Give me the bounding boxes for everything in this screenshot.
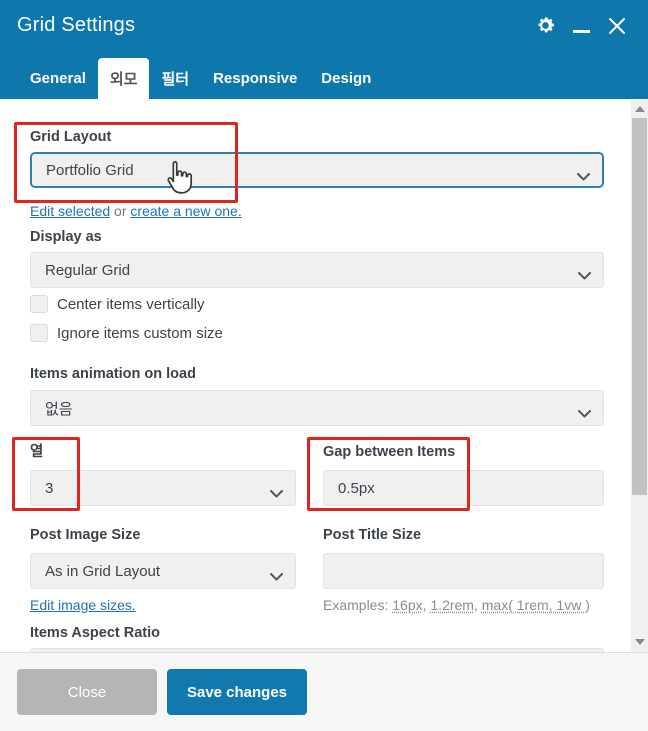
dialog-title: Grid Settings (17, 14, 135, 37)
tab-appearance[interactable]: 외모 (98, 58, 150, 99)
close-icon[interactable] (606, 15, 628, 37)
links-separator: or (110, 203, 130, 219)
columns-label: 열 (30, 443, 296, 462)
tab-filter[interactable]: 필터 (149, 58, 201, 99)
chevron-down-icon (578, 405, 591, 422)
chevron-down-icon (578, 267, 591, 284)
center-items-checkbox-row[interactable]: Center items vertically (30, 295, 604, 313)
tab-design[interactable]: Design (309, 58, 383, 99)
chevron-down-icon (270, 485, 283, 502)
minimize-icon[interactable] (570, 15, 592, 37)
settings-panel: Grid Layout Portfolio Grid Edit selected… (0, 99, 648, 652)
grid-layout-label: Grid Layout (30, 128, 604, 147)
post-title-size-hint: Examples: 16px, 1.2rem, max( 1rem, 1vw ) (323, 596, 604, 615)
tab-general[interactable]: General (18, 58, 98, 99)
grid-layout-value: Portfolio Grid (46, 162, 134, 179)
post-image-size-value: As in Grid Layout (45, 563, 160, 580)
display-as-value: Regular Grid (45, 262, 130, 279)
gap-field: Gap between Items (323, 443, 604, 506)
columns-select[interactable]: 3 (30, 470, 296, 506)
post-image-size-select[interactable]: As in Grid Layout (30, 553, 296, 589)
center-items-label: Center items vertically (57, 296, 205, 313)
aspect-ratio-label: Items Aspect Ratio (30, 624, 604, 643)
grid-settings-dialog: Grid Settings General 외모 필터 (0, 0, 648, 731)
vertical-scrollbar[interactable] (631, 99, 648, 652)
chevron-down-icon (577, 168, 590, 185)
columns-value: 3 (45, 480, 53, 497)
display-as-label: Display as (30, 228, 604, 247)
edit-image-sizes-link[interactable]: Edit image sizes. (30, 597, 136, 613)
scroll-up-icon[interactable] (635, 106, 645, 112)
scrollbar-thumb[interactable] (632, 118, 647, 495)
settings-tabs: General 외모 필터 Responsive Design (0, 58, 383, 99)
animation-value: 없음 (45, 398, 73, 419)
dialog-header: Grid Settings General 외모 필터 (0, 0, 648, 99)
ignore-size-checkbox[interactable] (30, 324, 48, 342)
post-title-size-input[interactable] (323, 553, 604, 589)
scroll-down-icon[interactable] (635, 639, 645, 645)
gear-icon[interactable] (534, 15, 556, 37)
close-button[interactable]: Close (17, 669, 157, 715)
gap-input[interactable] (323, 470, 604, 506)
chevron-down-icon (270, 568, 283, 585)
layout-links: Edit selected or create a new one. (30, 203, 604, 220)
ignore-size-label: Ignore items custom size (57, 325, 223, 342)
center-items-checkbox[interactable] (30, 295, 48, 313)
save-changes-button[interactable]: Save changes (167, 669, 307, 715)
edit-selected-link[interactable]: Edit selected (30, 203, 110, 219)
gap-label: Gap between Items (323, 443, 604, 462)
post-image-size-label: Post Image Size (30, 526, 296, 545)
display-as-select[interactable]: Regular Grid (30, 252, 604, 288)
animation-select[interactable]: 없음 (30, 390, 604, 426)
create-new-link[interactable]: create a new one. (130, 203, 241, 219)
post-title-size-field: Post Title Size Examples: 16px, 1.2rem, … (323, 526, 604, 615)
tab-responsive[interactable]: Responsive (201, 58, 309, 99)
aspect-ratio-input[interactable] (30, 648, 604, 652)
grid-layout-select[interactable]: Portfolio Grid (30, 152, 604, 188)
animation-label: Items animation on load (30, 365, 604, 384)
post-image-size-field: Post Image Size As in Grid Layout Edit i… (30, 526, 296, 615)
ignore-size-checkbox-row[interactable]: Ignore items custom size (30, 324, 604, 342)
columns-field: 열 3 (30, 443, 296, 506)
post-title-size-label: Post Title Size (323, 526, 604, 545)
dialog-footer: Close Save changes (0, 652, 648, 731)
